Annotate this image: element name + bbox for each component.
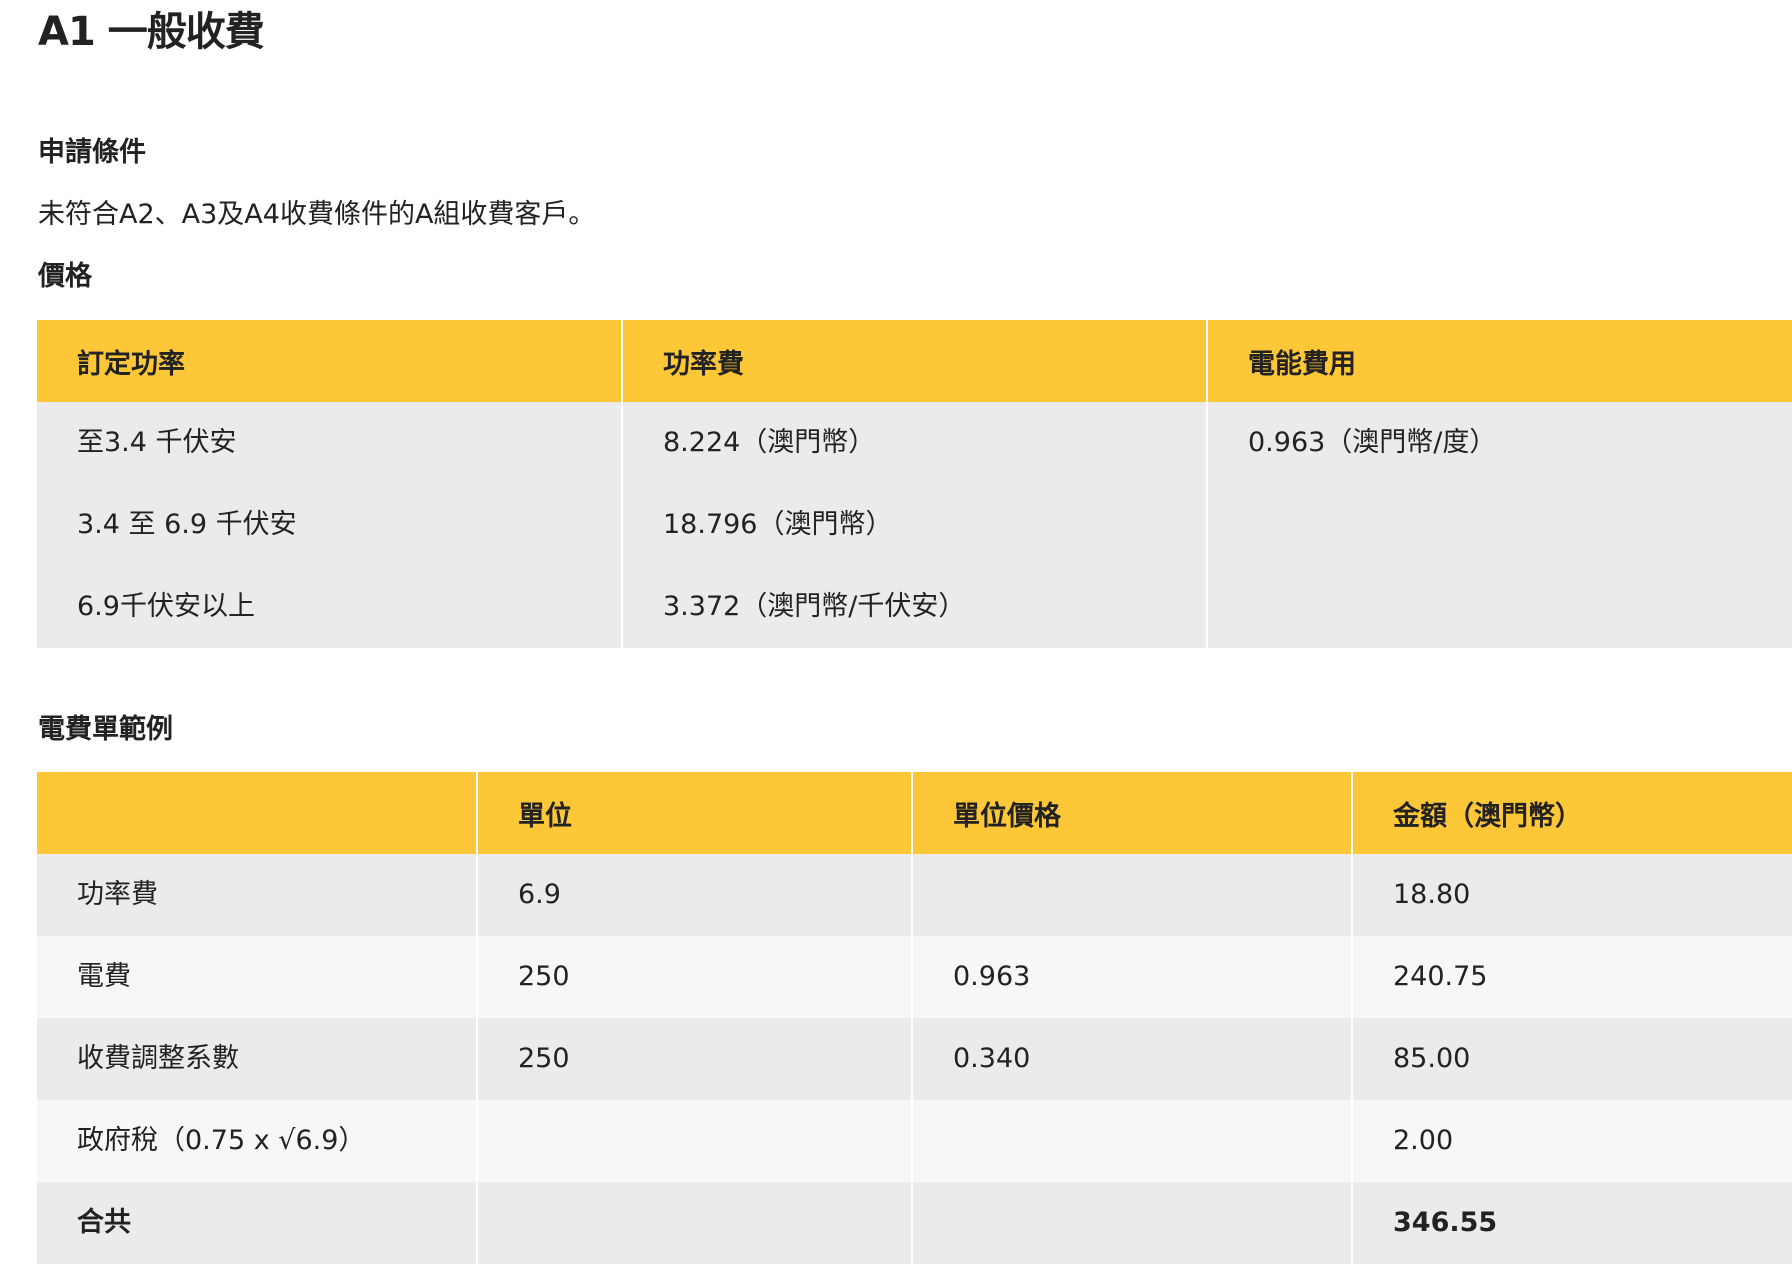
row-unit-price bbox=[911, 1100, 1352, 1182]
table-row: 收費調整系數 250 0.340 85.00 bbox=[37, 1018, 1792, 1100]
total-unit-price bbox=[911, 1182, 1352, 1264]
power-range-1: 至3.4 千伏安 bbox=[77, 427, 237, 458]
row-unit-price bbox=[911, 854, 1352, 936]
row-amount: 18.80 bbox=[1351, 854, 1792, 936]
bill-header-unit-price: 單位價格 bbox=[911, 772, 1352, 854]
row-amount: 85.00 bbox=[1351, 1018, 1792, 1100]
row-label: 功率費 bbox=[37, 854, 477, 936]
apply-text: 未符合A2、A3及A4收費條件的A組收費客戶。 bbox=[38, 199, 596, 230]
power-range-cell: 至3.4 千伏安 3.4 至 6.9 千伏安 6.9千伏安以上 bbox=[37, 402, 622, 648]
row-unit: 250 bbox=[476, 1018, 912, 1100]
price-header-energy-fee: 電能費用 bbox=[1206, 320, 1792, 402]
row-unit: 6.9 bbox=[476, 854, 912, 936]
row-unit-price: 0.963 bbox=[911, 936, 1352, 1018]
power-range-3: 6.9千伏安以上 bbox=[77, 591, 255, 622]
row-amount: 2.00 bbox=[1351, 1100, 1792, 1182]
row-amount: 240.75 bbox=[1351, 936, 1792, 1018]
total-amount: 346.55 bbox=[1351, 1182, 1792, 1264]
bill-heading: 電費單範例 bbox=[38, 714, 173, 745]
price-table-header-row: 訂定功率 功率費 電能費用 bbox=[37, 320, 1792, 402]
total-unit bbox=[476, 1182, 912, 1264]
power-fee-2: 18.796（澳門幣） bbox=[663, 509, 893, 540]
bill-table-header-row: 單位 單位價格 金額（澳門幣） bbox=[37, 772, 1792, 854]
price-header-power-fee: 功率費 bbox=[621, 320, 1207, 402]
table-row: 電費 250 0.963 240.75 bbox=[37, 936, 1792, 1018]
bill-header-unit: 單位 bbox=[476, 772, 912, 854]
energy-fee-cell: 0.963（澳門幣/度） bbox=[1206, 402, 1792, 648]
row-unit-price: 0.340 bbox=[911, 1018, 1352, 1100]
row-label: 收費調整系數 bbox=[37, 1018, 477, 1100]
price-header-power: 訂定功率 bbox=[37, 320, 622, 402]
power-fee-3: 3.372（澳門幣/千伏安） bbox=[663, 591, 966, 622]
energy-fee-value: 0.963（澳門幣/度） bbox=[1248, 427, 1497, 458]
power-fee-cell: 8.224（澳門幣） 18.796（澳門幣） 3.372（澳門幣/千伏安） bbox=[621, 402, 1207, 648]
row-label: 電費 bbox=[37, 936, 477, 1018]
total-row: 合共 346.55 bbox=[37, 1182, 1792, 1264]
page-title: A1 一般收費 bbox=[38, 9, 265, 55]
price-table: 訂定功率 功率費 電能費用 至3.4 千伏安 3.4 至 6.9 千伏安 6.9… bbox=[37, 320, 1792, 648]
bill-table: 單位 單位價格 金額（澳門幣） 功率費 6.9 18.80 電費 250 0.9… bbox=[37, 772, 1792, 1264]
bill-header-amount: 金額（澳門幣） bbox=[1351, 772, 1792, 854]
price-table-body-row: 至3.4 千伏安 3.4 至 6.9 千伏安 6.9千伏安以上 8.224（澳門… bbox=[37, 402, 1792, 648]
row-unit: 250 bbox=[476, 936, 912, 1018]
table-row: 功率費 6.9 18.80 bbox=[37, 854, 1792, 936]
row-label: 政府稅（0.75 x √6.9） bbox=[37, 1100, 477, 1182]
table-row: 政府稅（0.75 x √6.9） 2.00 bbox=[37, 1100, 1792, 1182]
power-fee-1: 8.224（澳門幣） bbox=[663, 427, 876, 458]
row-unit bbox=[476, 1100, 912, 1182]
total-label: 合共 bbox=[37, 1182, 477, 1264]
power-range-2: 3.4 至 6.9 千伏安 bbox=[77, 509, 297, 540]
bill-header-item bbox=[37, 772, 477, 854]
page: A1 一般收費 申請條件 未符合A2、A3及A4收費條件的A組收費客戶。 價格 … bbox=[0, 0, 1792, 1268]
price-heading: 價格 bbox=[38, 261, 92, 292]
apply-heading: 申請條件 bbox=[38, 137, 146, 168]
